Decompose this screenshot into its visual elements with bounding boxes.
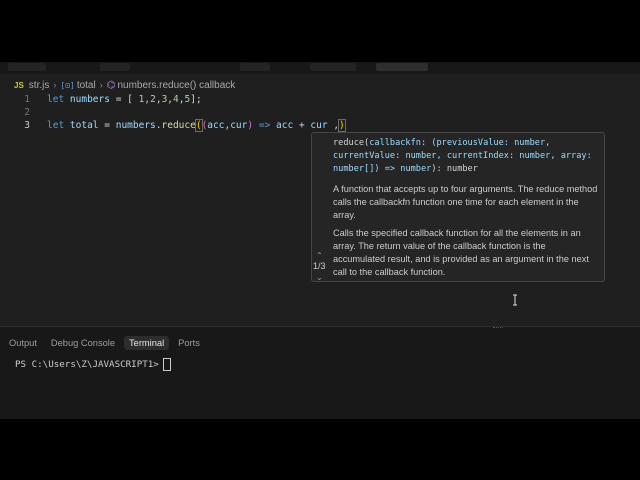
mouse-text-cursor-icon: [513, 294, 517, 306]
line-number: 2: [24, 106, 30, 118]
tab-ports[interactable]: Ports: [173, 336, 205, 350]
panel-tabs: Output Debug Console Terminal Ports: [0, 333, 205, 353]
terminal[interactable]: PS C:\Users\Z\JAVASCRIPT1>: [15, 358, 171, 371]
line-number: 1: [24, 93, 30, 105]
breadcrumb-variable[interactable]: total: [77, 80, 96, 91]
description-method: Calls the specified callback function fo…: [333, 228, 589, 277]
breadcrumb-file[interactable]: str.js: [29, 80, 50, 91]
code-line[interactable]: 3 let total = numbers.reduce((acc,cur) =…: [0, 118, 640, 132]
letterbox-bottom: [0, 419, 640, 480]
method-icon: ⌬: [106, 79, 116, 91]
panel-sash[interactable]: [493, 327, 503, 330]
chevron-right-icon: ›: [53, 80, 57, 90]
js-file-icon: JS: [14, 80, 24, 90]
chevron-up-icon[interactable]: ⌃: [316, 251, 323, 260]
editor-tab-strip: [0, 62, 640, 74]
parameter-hints-popup: ⌃ 1/3 ⌄ reduce(callbackfn: (previousValu…: [311, 132, 605, 282]
tab-terminal[interactable]: Terminal: [124, 336, 170, 350]
variable-icon: [⊡]: [60, 80, 75, 90]
tab-debug-console[interactable]: Debug Console: [46, 336, 120, 350]
code-line[interactable]: 2: [0, 105, 640, 119]
tab-output[interactable]: Output: [4, 336, 42, 350]
breadcrumb-method[interactable]: numbers.reduce() callback: [117, 80, 235, 91]
signature: reduce(callbackfn: (previousValue: numbe…: [333, 138, 592, 174]
chevron-down-icon[interactable]: ⌄: [316, 273, 323, 282]
code-line-text: let numbers = [ 1,2,3,4,5];: [47, 93, 202, 105]
description-callback: A function that accepts up to four argum…: [333, 184, 598, 220]
overload-counter: 1/3: [313, 261, 326, 271]
terminal-cursor: [162, 358, 171, 371]
editor[interactable]: JS str.js › [⊡] total › ⌬ numbers.reduce…: [0, 74, 640, 326]
terminal-prompt: PS C:\Users\Z\JAVASCRIPT1>: [15, 359, 159, 370]
signature-description: A function that accepts up to four argum…: [333, 183, 599, 284]
letterbox-top: [0, 0, 640, 62]
line-number: 3: [24, 119, 30, 131]
code-line-text: let total = numbers.reduce((acc,cur) => …: [47, 118, 346, 132]
chevron-right-icon: ›: [99, 80, 103, 90]
code-line[interactable]: 1 let numbers = [ 1,2,3,4,5];: [0, 92, 640, 106]
bottom-panel: Output Debug Console Terminal Ports PS C…: [0, 326, 640, 420]
